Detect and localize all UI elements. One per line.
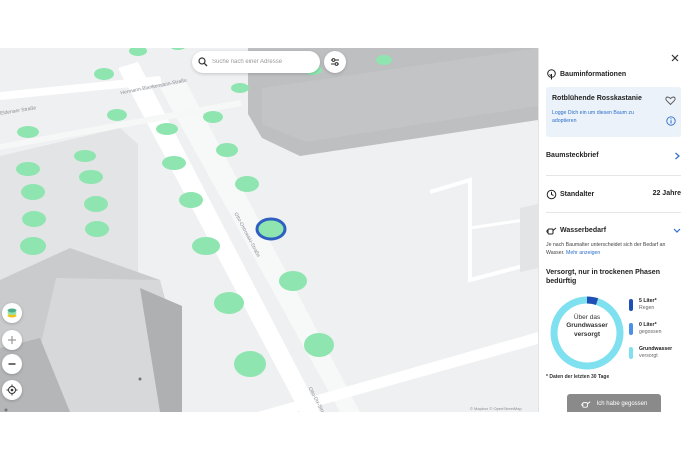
zoom-in-button[interactable]: [2, 330, 22, 350]
zoom-out-button[interactable]: [2, 354, 22, 374]
clock-icon: [546, 189, 557, 200]
age-label: Standalter: [560, 191, 595, 198]
tree-profile-label: Baumsteckbrief: [546, 152, 599, 159]
locate-button[interactable]: [2, 380, 22, 400]
data-footnote: * Daten der letzten 30 Tage: [546, 374, 610, 380]
donut-line-2: Grundwasser: [566, 322, 608, 330]
login-link[interactable]: Logge Dich ein um diesen Baum zu adoptie…: [552, 110, 657, 125]
section-tree-info-title: Bauminformationen: [546, 69, 626, 80]
tree-info-sidebar: Bauminformationen Rotblühende Rosskastan…: [538, 48, 690, 412]
donut-line-1: Über das: [573, 314, 601, 321]
legend-item-groundwater: Grundwasser versorgt: [629, 346, 672, 360]
legend-item-rain: 5 Liter* Regen: [629, 298, 657, 312]
donut-line-3: versorgt: [573, 330, 600, 338]
water-row[interactable]: Wasserbedarf: [546, 225, 606, 236]
divider: [546, 212, 681, 213]
search-icon: [198, 57, 208, 67]
close-button[interactable]: [670, 53, 680, 63]
more-link[interactable]: Mehr anzeigen: [566, 250, 600, 256]
chevron-right-icon[interactable]: [673, 152, 681, 160]
map-attribution: © Mapbox © OpenStreetMap: [470, 406, 522, 411]
divider: [546, 175, 681, 176]
watering-can-icon: [546, 225, 557, 236]
sliders-icon: [331, 58, 339, 66]
info-icon[interactable]: [666, 113, 676, 126]
search-input[interactable]: [212, 59, 312, 65]
selected-tree-marker[interactable]: [255, 217, 287, 241]
layers-button[interactable]: [2, 303, 22, 323]
map-base: [0, 48, 538, 412]
watered-button[interactable]: Ich habe gegossen: [567, 394, 661, 412]
plus-icon: [8, 336, 16, 344]
app-viewport: Hermann-Blankenstein-Straße Otto-Ostrows…: [0, 48, 690, 412]
legend-item-watered: 0 Liter* gegossen: [629, 322, 662, 336]
layers-icon: [7, 308, 17, 318]
map[interactable]: Hermann-Blankenstein-Straße Otto-Ostrows…: [0, 48, 538, 412]
tree-card: Rotblühende Rosskastanie Logge Dich ein …: [546, 87, 681, 137]
water-label: Wasserbedarf: [560, 227, 607, 234]
tree-icon: [546, 69, 557, 80]
crosshair-icon: [6, 384, 18, 396]
header-title: Bauminformationen: [560, 71, 627, 78]
watering-can-icon: [581, 399, 591, 409]
donut-segment-regen: [586, 296, 599, 305]
donut-center-text: Über das Grundwasser versorgt: [549, 314, 625, 339]
tree-profile-row[interactable]: Baumsteckbrief: [546, 152, 599, 159]
minus-icon: [8, 363, 16, 365]
tree-name: Rotblühende Rosskastanie: [552, 95, 642, 102]
water-status: Versorgt, nur in trockenen Phasen bedürf…: [546, 269, 660, 286]
heart-icon[interactable]: [665, 93, 676, 106]
close-icon: [671, 54, 679, 62]
age-row: Standalter: [546, 189, 594, 200]
age-value: 22 Jahre: [652, 190, 681, 197]
water-description: Je nach Baumalter unterscheidet sich der…: [546, 242, 666, 256]
watered-button-label: Ich habe gegossen: [596, 401, 648, 407]
legend-swatch: [629, 299, 633, 311]
filter-button[interactable]: [324, 51, 346, 73]
legend-swatch: [629, 347, 633, 359]
search-bar[interactable]: [192, 51, 320, 73]
legend-swatch: [629, 323, 633, 335]
chevron-up-icon[interactable]: [673, 226, 681, 234]
